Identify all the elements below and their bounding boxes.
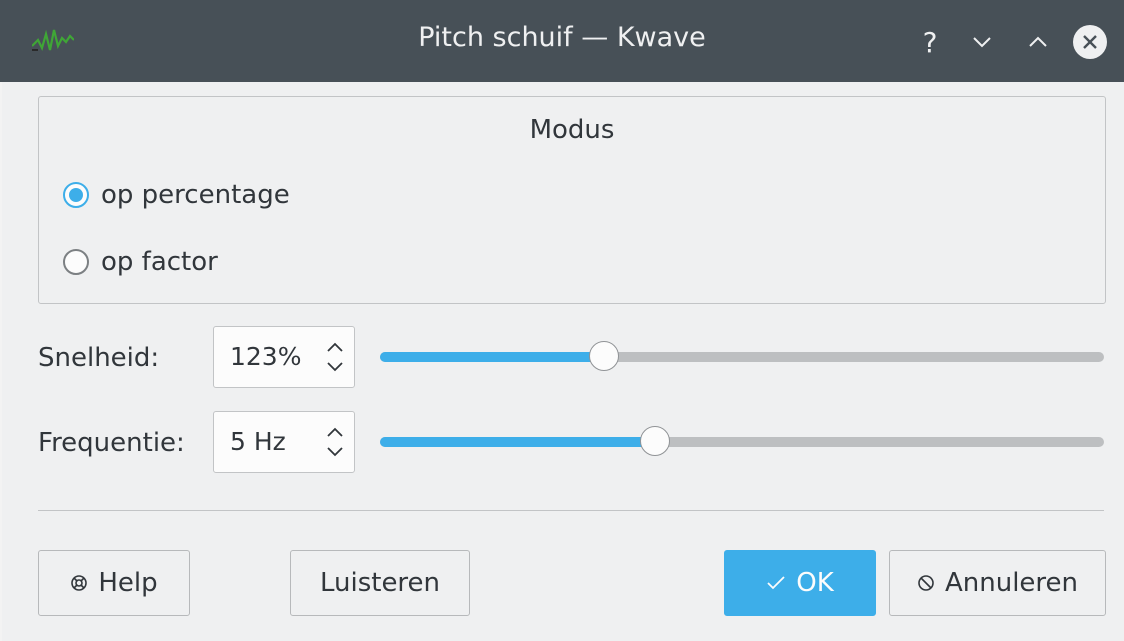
spin-arrows-icon[interactable] <box>324 424 346 460</box>
speed-value: 123% <box>230 342 302 371</box>
radio-by-factor[interactable]: op factor <box>63 244 218 280</box>
checkmark-icon <box>766 575 786 591</box>
close-button[interactable] <box>1072 24 1108 60</box>
speed-slider[interactable] <box>380 338 1104 378</box>
window-title: Pitch schuif — Kwave <box>418 22 706 53</box>
slider-fill <box>380 352 604 362</box>
slider-fill <box>380 437 655 447</box>
lifebuoy-icon <box>70 574 88 592</box>
listen-button-label: Luisteren <box>319 568 441 598</box>
radio-by-percentage[interactable]: op percentage <box>63 177 290 213</box>
minimize-button[interactable] <box>964 24 1000 60</box>
radio-by-factor-label: op factor <box>101 247 218 277</box>
spin-arrows-icon[interactable] <box>324 339 346 375</box>
cancel-icon <box>917 574 935 592</box>
frequency-value: 5 Hz <box>230 427 286 456</box>
radio-by-percentage-label: op percentage <box>101 180 290 210</box>
speed-spinbox[interactable]: 123% <box>213 326 355 388</box>
radio-checked-indicator[interactable] <box>63 182 89 208</box>
ok-button-label: OK <box>796 568 834 598</box>
frequency-spinbox[interactable]: 5 Hz <box>213 411 355 473</box>
speed-label: Snelheid: <box>38 343 160 373</box>
frequency-label: Frequentie: <box>38 428 185 458</box>
chevron-up-icon <box>1029 36 1047 47</box>
cancel-button[interactable]: Annuleren <box>889 550 1106 616</box>
window-titlebar[interactable]: Pitch schuif — Kwave ? <box>0 0 1124 82</box>
radio-unchecked-indicator[interactable] <box>63 249 89 275</box>
ok-button[interactable]: OK <box>724 550 876 616</box>
help-button[interactable]: Help <box>38 550 190 616</box>
help-question-icon: ? <box>922 25 938 59</box>
slider-handle[interactable] <box>589 341 619 371</box>
frequency-slider[interactable] <box>380 423 1104 463</box>
cancel-button-label: Annuleren <box>944 568 1079 598</box>
close-icon <box>1073 25 1107 59</box>
chevron-down-icon <box>973 37 991 48</box>
help-button-label: Help <box>98 568 158 598</box>
maximize-button[interactable] <box>1020 24 1056 60</box>
divider <box>38 510 1104 511</box>
mode-group-title: Modus <box>529 115 615 145</box>
context-help-button[interactable]: ? <box>912 24 948 60</box>
window-edge <box>0 82 10 641</box>
listen-button[interactable]: Luisteren <box>290 550 470 616</box>
slider-handle[interactable] <box>640 426 670 456</box>
mode-groupbox: Modus op percentage op factor <box>38 96 1106 304</box>
